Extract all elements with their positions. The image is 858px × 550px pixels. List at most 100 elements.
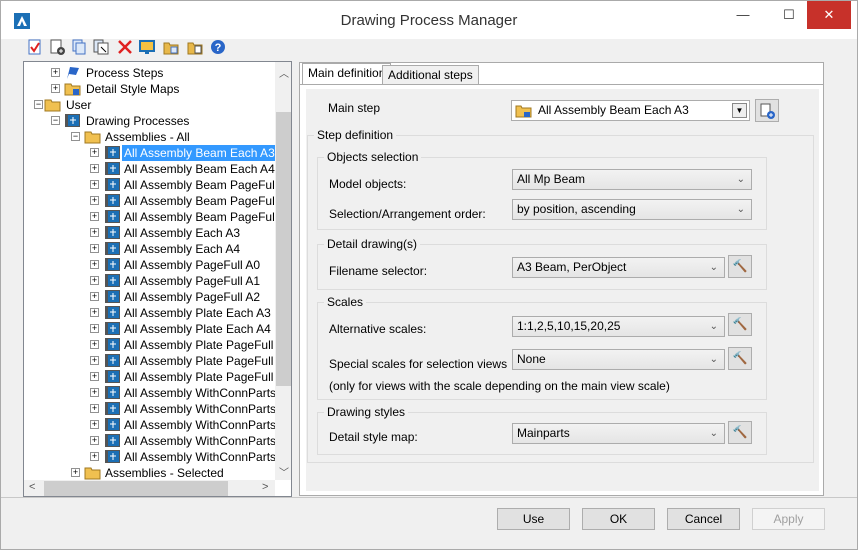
tree-item[interactable]: + All Assembly Beam Each A3 xyxy=(24,145,277,161)
expand-icon[interactable]: + xyxy=(90,180,99,189)
tree-item[interactable]: + All Assembly WithConnParts Pa xyxy=(24,417,291,433)
use-button[interactable]: Use xyxy=(497,508,570,530)
tree-item[interactable]: + All Assembly Plate Each A4 xyxy=(24,321,275,337)
edit-alternative-scales-button[interactable]: 🔨 xyxy=(728,313,752,336)
expand-icon[interactable]: + xyxy=(51,68,60,77)
dropdown-arrow-icon[interactable]: ▼ xyxy=(732,103,747,118)
copy-icon[interactable] xyxy=(71,39,87,55)
alternative-scales-dropdown[interactable]: 1:1,2,5,10,15,20,25 ⌄ xyxy=(512,316,725,337)
expand-icon[interactable]: + xyxy=(90,452,99,461)
tree-item[interactable]: + All Assembly PageFull A2 xyxy=(24,289,275,305)
expand-icon[interactable]: + xyxy=(90,340,99,349)
tree-item[interactable]: + All Assembly WithConnParts Pa xyxy=(24,433,291,449)
expand-icon[interactable]: + xyxy=(71,468,80,477)
apply-button[interactable]: Apply xyxy=(752,508,825,530)
tree-item[interactable]: + Process Steps xyxy=(24,65,275,81)
tree-item[interactable]: + All Assembly Beam PageFull A0 xyxy=(24,177,291,193)
tree-item[interactable]: + All Assembly WithConnParts Ea xyxy=(24,385,291,401)
expand-icon[interactable]: + xyxy=(51,84,60,93)
expand-icon[interactable]: + xyxy=(90,244,99,253)
expand-icon[interactable]: + xyxy=(90,164,99,173)
tree-item[interactable]: + All Assembly Beam Each A4 xyxy=(24,161,275,177)
chevron-down-icon: ⌄ xyxy=(709,354,718,365)
process-icon xyxy=(105,306,120,319)
process-tree[interactable]: + Process Steps + Detail Style Maps − User − Dr… xyxy=(23,61,292,497)
model-objects-dropdown[interactable]: All Mp Beam ⌄ xyxy=(512,169,752,190)
open-folder-icon[interactable] xyxy=(163,39,179,55)
tree-item[interactable]: + All Assembly Each A4 xyxy=(24,241,275,257)
tree-item[interactable]: + All Assembly Beam PageFull A1 xyxy=(24,193,291,209)
tree-vertical-scrollbar[interactable]: ︿ ﹀ xyxy=(275,62,291,480)
expand-icon[interactable]: + xyxy=(90,356,99,365)
tree-vertical-scroll-thumb[interactable] xyxy=(276,112,291,386)
tree-item[interactable]: − Drawing Processes xyxy=(24,113,275,129)
tree-item[interactable]: + All Assembly Plate PageFull A0 xyxy=(24,337,291,353)
definition-panel: Main definition Additional steps Main st… xyxy=(299,62,824,496)
expand-icon[interactable]: + xyxy=(90,436,99,445)
delete-icon[interactable] xyxy=(117,39,133,55)
expand-icon[interactable]: + xyxy=(90,276,99,285)
tree-horizontal-scrollbar[interactable]: < > xyxy=(24,480,275,496)
tree-item[interactable]: + Assemblies - Selected xyxy=(24,465,275,481)
monitor-icon[interactable] xyxy=(139,39,155,55)
scroll-up-icon[interactable]: ︿ xyxy=(279,65,289,80)
expand-icon[interactable]: + xyxy=(90,404,99,413)
order-dropdown[interactable]: by position, ascending ⌄ xyxy=(512,199,752,220)
step-definition-title: Step definition xyxy=(314,128,397,142)
folder-properties-icon[interactable] xyxy=(187,39,203,55)
edit-filename-button[interactable]: 🔨 xyxy=(728,255,752,278)
check-document-icon[interactable] xyxy=(27,39,43,55)
filename-selector-dropdown[interactable]: A3 Beam, PerObject ⌄ xyxy=(512,257,725,278)
tree-item[interactable]: + All Assembly Plate PageFull A2 xyxy=(24,369,291,385)
paste-icon[interactable] xyxy=(93,39,109,55)
tree-item[interactable]: + All Assembly PageFull A1 xyxy=(24,273,275,289)
tab-additional-steps[interactable]: Additional steps xyxy=(382,65,479,85)
maximize-button[interactable]: ☐ xyxy=(769,1,809,29)
add-step-button[interactable] xyxy=(755,99,779,122)
expand-icon[interactable]: + xyxy=(90,324,99,333)
tab-main-definition[interactable]: Main definition xyxy=(302,63,392,85)
edit-style-map-button[interactable]: 🔨 xyxy=(728,421,752,444)
tree-item[interactable]: − Assemblies - All xyxy=(24,129,275,145)
tree-item[interactable]: + All Assembly WithConnParts Ea xyxy=(24,401,291,417)
tree-item[interactable]: + All Assembly Plate Each A3 xyxy=(24,305,275,321)
expand-icon[interactable]: + xyxy=(90,420,99,429)
scroll-down-icon[interactable]: ﹀ xyxy=(279,464,289,479)
help-icon[interactable]: ? xyxy=(210,39,226,55)
expand-icon[interactable]: + xyxy=(90,148,99,157)
scroll-right-icon[interactable]: > xyxy=(262,481,268,493)
close-button[interactable]: ✕ xyxy=(807,1,851,29)
ok-button[interactable]: OK xyxy=(582,508,655,530)
collapse-icon[interactable]: − xyxy=(51,116,60,125)
tree-item[interactable]: − User xyxy=(24,97,275,113)
expand-icon[interactable]: + xyxy=(90,212,99,221)
expand-icon[interactable]: + xyxy=(90,308,99,317)
special-scales-dropdown[interactable]: None ⌄ xyxy=(512,349,725,370)
drawing-styles-title: Drawing styles xyxy=(324,405,409,419)
main-step-dropdown[interactable]: All Assembly Beam Each A3 ▼ xyxy=(511,100,750,121)
expand-icon[interactable]: + xyxy=(90,292,99,301)
tree-item[interactable]: + All Assembly Each A3 xyxy=(24,225,275,241)
tree-item-label: All Assembly Plate PageFull A1 xyxy=(124,354,291,368)
tree-item[interactable]: + All Assembly Plate PageFull A1 xyxy=(24,353,291,369)
tree-item[interactable]: + Detail Style Maps xyxy=(24,81,275,97)
tree-item[interactable]: + All Assembly PageFull A0 xyxy=(24,257,275,273)
tree-horizontal-scroll-thumb[interactable] xyxy=(44,481,228,496)
tree-item-label: All Assembly PageFull A0 xyxy=(124,258,261,272)
expand-icon[interactable]: + xyxy=(90,260,99,269)
expand-icon[interactable]: + xyxy=(90,388,99,397)
collapse-icon[interactable]: − xyxy=(34,100,43,109)
expand-icon[interactable]: + xyxy=(90,228,99,237)
detail-style-map-dropdown[interactable]: Mainparts ⌄ xyxy=(512,423,725,444)
cancel-button[interactable]: Cancel xyxy=(667,508,740,530)
tree-item-label: All Assembly Beam PageFull A0 xyxy=(124,178,292,192)
tree-item[interactable]: + All Assembly WithConnParts Pa xyxy=(24,449,291,465)
expand-icon[interactable]: + xyxy=(90,196,99,205)
minimize-button[interactable]: — xyxy=(723,1,763,29)
collapse-icon[interactable]: − xyxy=(71,132,80,141)
tree-item[interactable]: + All Assembly Beam PageFull A2 xyxy=(24,209,291,225)
new-document-icon[interactable] xyxy=(49,39,65,55)
expand-icon[interactable]: + xyxy=(90,372,99,381)
edit-special-scales-button[interactable]: 🔨 xyxy=(728,347,752,370)
scroll-left-icon[interactable]: < xyxy=(29,481,35,493)
